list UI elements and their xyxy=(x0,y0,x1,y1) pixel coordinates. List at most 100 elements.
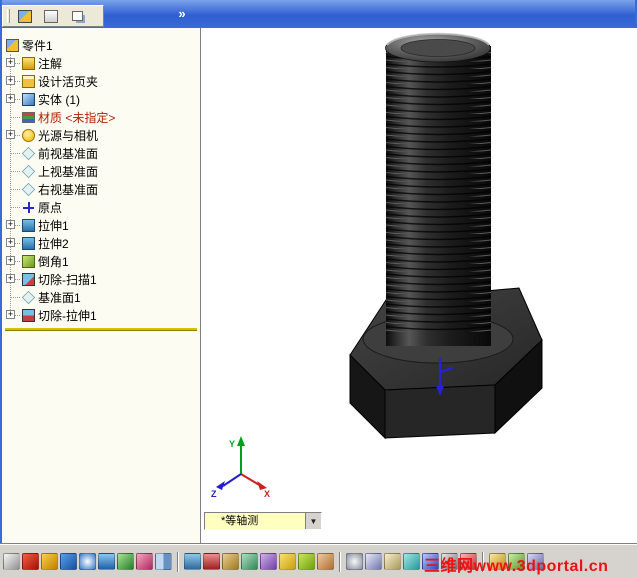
zoom-area-icon[interactable] xyxy=(365,553,382,570)
tree-item-label: 拉伸2 xyxy=(38,236,69,251)
expander-icon[interactable]: + xyxy=(6,94,15,103)
tree-item-label: 拉伸1 xyxy=(38,218,69,233)
expander-icon[interactable]: + xyxy=(6,310,15,319)
expander-icon[interactable]: + xyxy=(6,256,15,265)
tree-item-label: 实体 (1) xyxy=(38,92,81,107)
shell-icon[interactable] xyxy=(317,553,334,570)
toolbar-options-button[interactable] xyxy=(66,7,88,25)
tree-item-design-binder[interactable]: + 设计活页夹 xyxy=(2,72,200,90)
feature-tree: 零件1 + 注解 + 设计活页夹 + 实体 (1) 材质 <未指定> + 光源与… xyxy=(2,28,200,330)
tree-item-front-plane[interactable]: 前视基准面 xyxy=(2,144,200,162)
tree-item-label: 切除-扫描1 xyxy=(38,272,97,287)
plane-icon xyxy=(21,164,36,178)
chamfer-icon xyxy=(22,254,35,268)
expander-icon[interactable]: + xyxy=(6,130,15,139)
part-icon xyxy=(6,38,19,52)
tree-item-label: 倒角1 xyxy=(38,254,69,269)
watermark-text: 三维网www.3dportal.cn xyxy=(424,558,609,575)
toolbar-grip[interactable] xyxy=(7,9,10,23)
open-document-button[interactable] xyxy=(40,7,62,25)
tree-item-top-plane[interactable]: 上视基准面 xyxy=(2,162,200,180)
windows-icon xyxy=(71,11,83,21)
line-icon[interactable] xyxy=(60,553,77,570)
tree-item-lights-cameras[interactable]: + 光源与相机 xyxy=(2,126,200,144)
tree-item-label: 注解 xyxy=(38,56,63,71)
pan-icon[interactable] xyxy=(384,553,401,570)
rectangle-icon[interactable] xyxy=(117,553,134,570)
trim-icon[interactable] xyxy=(136,553,153,570)
feature-tree-panel: 零件1 + 注解 + 设计活页夹 + 实体 (1) 材质 <未指定> + 光源与… xyxy=(2,28,201,544)
tree-item-extrude1[interactable]: + 拉伸1 xyxy=(2,216,200,234)
expand-toolbar-button[interactable]: » xyxy=(172,6,192,22)
sweep-icon[interactable] xyxy=(241,553,258,570)
tree-item-chamfer1[interactable]: + 倒角1 xyxy=(2,252,200,270)
select-arrow-icon[interactable] xyxy=(3,553,20,570)
smart-dimension-icon[interactable] xyxy=(41,553,58,570)
arc-icon[interactable] xyxy=(98,553,115,570)
mirror-icon[interactable] xyxy=(155,553,172,570)
new-document-icon xyxy=(18,9,32,23)
tree-item-label: 基准面1 xyxy=(38,290,81,305)
cut-sweep-icon xyxy=(22,272,35,286)
app-window: » 零件1 + 注解 + 设计活页夹 + 实体 (1) 材质 <未指定> + 光… xyxy=(0,0,637,578)
tree-item-label: 右视基准面 xyxy=(38,182,99,197)
tree-item-part1[interactable]: 零件1 xyxy=(2,36,200,54)
tree-item-origin[interactable]: 原点 xyxy=(2,198,200,216)
circle-icon[interactable] xyxy=(79,553,96,570)
lights-cameras-icon xyxy=(22,128,35,142)
triad-y-label: Y xyxy=(229,439,235,449)
tree-item-label: 原点 xyxy=(38,200,63,215)
tree-item-label: 零件1 xyxy=(22,38,53,53)
expander-icon[interactable]: + xyxy=(6,76,15,85)
tree-item-material[interactable]: 材质 <未指定> xyxy=(2,108,200,126)
sketch-icon[interactable] xyxy=(22,553,39,570)
triad-x-label: X xyxy=(264,489,270,498)
new-document-button[interactable] xyxy=(14,7,36,25)
zoom-fit-icon[interactable] xyxy=(346,553,363,570)
tree-item-annotations[interactable]: + 注解 xyxy=(2,54,200,72)
tree-item-label: 材质 <未指定> xyxy=(38,110,116,125)
tree-item-cut-extrude1[interactable]: + 切除-拉伸1 xyxy=(2,306,200,324)
plane-icon xyxy=(21,290,36,304)
tree-item-label: 上视基准面 xyxy=(38,164,99,179)
toolbar-separator xyxy=(177,551,179,572)
tree-item-extrude2[interactable]: + 拉伸2 xyxy=(2,234,200,252)
rotate-view-icon[interactable] xyxy=(403,553,420,570)
reference-triad: Y X Z xyxy=(211,436,270,498)
toolbar-separator xyxy=(339,551,341,572)
design-binder-icon xyxy=(22,74,35,88)
triad-z-label: Z xyxy=(211,489,217,498)
plane-icon xyxy=(21,182,36,196)
view-orientation-combo[interactable]: *等轴测 ▼ xyxy=(204,512,322,530)
tree-item-label: 前视基准面 xyxy=(38,146,99,161)
solid-bodies-icon xyxy=(22,92,35,106)
dropdown-arrow-icon[interactable]: ▼ xyxy=(305,513,321,529)
expander-icon[interactable]: + xyxy=(6,274,15,283)
extrude-icon xyxy=(22,236,35,250)
open-document-icon xyxy=(44,9,58,23)
tree-item-label: 切除-拉伸1 xyxy=(38,308,97,323)
extrude-boss-icon[interactable] xyxy=(184,553,201,570)
fillet-icon[interactable] xyxy=(279,553,296,570)
tree-item-cut-sweep1[interactable]: + 切除-扫描1 xyxy=(2,270,200,288)
rollback-bar[interactable] xyxy=(5,328,197,330)
annotations-icon xyxy=(22,56,35,70)
view-orientation-value: *等轴测 xyxy=(221,515,259,527)
extrude-cut-icon[interactable] xyxy=(203,553,220,570)
origin-icon xyxy=(22,201,35,214)
cut-extrude-icon xyxy=(22,308,35,322)
revolve-icon[interactable] xyxy=(222,553,239,570)
tree-item-right-plane[interactable]: 右视基准面 xyxy=(2,180,200,198)
plane-icon xyxy=(21,146,36,160)
tree-item-label: 设计活页夹 xyxy=(38,74,99,89)
floating-toolbar xyxy=(2,5,104,27)
tree-item-solid-bodies[interactable]: + 实体 (1) xyxy=(2,90,200,108)
expander-icon[interactable]: + xyxy=(6,238,15,247)
expander-icon[interactable]: + xyxy=(6,220,15,229)
loft-icon[interactable] xyxy=(260,553,277,570)
graphics-viewport[interactable]: Y X Z *等轴测 ▼ xyxy=(201,28,637,544)
expander-icon[interactable]: + xyxy=(6,58,15,67)
tree-item-plane1[interactable]: 基准面1 xyxy=(2,288,200,306)
material-icon xyxy=(22,111,35,123)
chamfer-tool-icon[interactable] xyxy=(298,553,315,570)
